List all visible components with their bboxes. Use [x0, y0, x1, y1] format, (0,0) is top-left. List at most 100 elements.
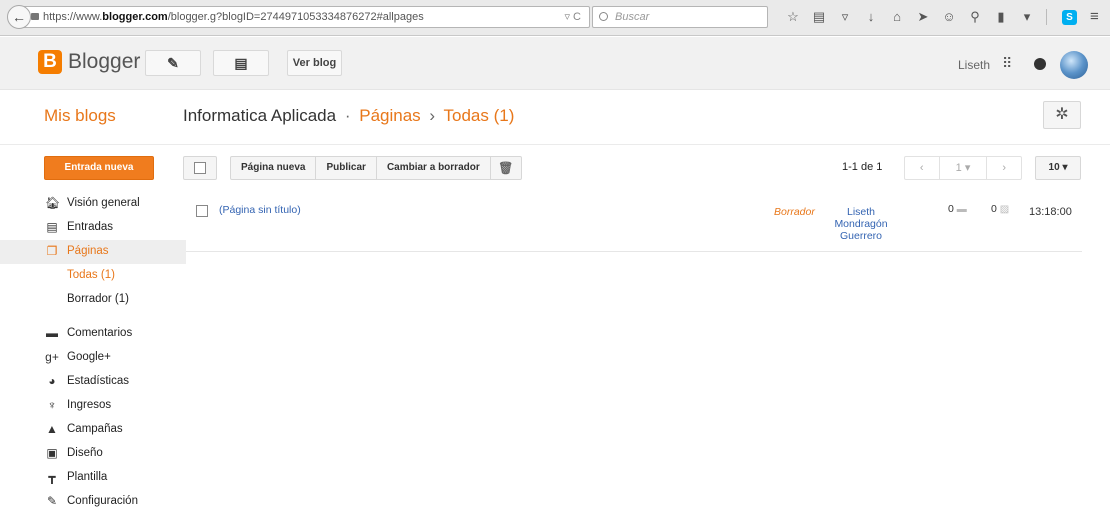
breadcrumb-filter: Todas (1) — [443, 106, 515, 125]
breadcrumb-dot: · — [344, 106, 351, 125]
send-icon[interactable]: ➤ — [916, 9, 930, 25]
author-name: Liseth — [846, 206, 876, 218]
sidebar-item-label: Páginas — [67, 245, 109, 257]
bookmark-star-icon[interactable]: ☆ — [786, 9, 800, 25]
clipboard-icon[interactable]: ▮ — [994, 9, 1008, 25]
row-time: 13:18:00 — [1029, 206, 1072, 218]
breadcrumb: Informatica Aplicada · Páginas › Todas (… — [183, 106, 514, 126]
sidebar-item-earnings[interactable]: ♆ Ingresos — [0, 394, 186, 418]
chevron-down-icon: ▾ — [1062, 162, 1068, 173]
sidebar-item-label: Diseño — [67, 447, 103, 459]
chat-icon[interactable]: ☺ — [942, 9, 956, 25]
sidebar-item-settings[interactable]: ✎ Configuración — [0, 490, 186, 514]
browser-toolbar: https://www.blogger.com/blogger.g?blogID… — [0, 0, 1110, 36]
sidebar-item-template[interactable]: ┳ Plantilla — [0, 466, 186, 490]
new-post-pencil-button[interactable]: ✎ — [145, 50, 201, 76]
sidebar-item-posts[interactable]: ▤ Entradas — [0, 216, 186, 240]
select-all-checkbox[interactable] — [183, 156, 217, 180]
avatar[interactable] — [1060, 51, 1088, 79]
sidebar-item-label: Google+ — [67, 351, 111, 363]
search-icon — [599, 12, 608, 21]
skype-icon[interactable]: S — [1062, 10, 1077, 25]
extension-icon[interactable]: ⚲ — [968, 9, 982, 25]
page-actions: Página nueva Publicar Cambiar a borrador… — [230, 156, 522, 180]
trash-icon: 🗑︎ — [498, 161, 514, 175]
download-icon[interactable]: ↓ — [864, 9, 878, 25]
view-count: 0 ▨ — [991, 203, 1009, 215]
sidebar-nav: 🏠︎ Visión general ▤ Entradas ❐ Páginas T… — [0, 192, 186, 514]
author-name: Guerrero — [839, 230, 882, 242]
page-number: 1 — [955, 162, 962, 174]
delete-button[interactable]: 🗑︎ — [491, 157, 521, 179]
publish-button[interactable]: Publicar — [316, 157, 377, 179]
sidebar-item-overview[interactable]: 🏠︎ Visión general — [0, 192, 186, 216]
user-name[interactable]: Liseth — [958, 58, 990, 72]
url-path: /blogger.g?blogID=2744971053334876272#al… — [167, 11, 424, 23]
new-post-button[interactable]: Entrada nueva — [44, 156, 154, 180]
posts-list-button[interactable]: ▤ — [213, 50, 269, 76]
sidebar-item-comments[interactable]: ▬ Comentarios — [0, 322, 186, 346]
sidebar-item-label: Configuración — [67, 495, 138, 507]
next-page-button[interactable]: › — [987, 157, 1021, 179]
sidebar-item-pages[interactable]: ❐ Páginas — [0, 240, 186, 264]
per-page-value: 10 — [1048, 162, 1060, 173]
my-blogs-link[interactable]: Mis blogs — [44, 106, 116, 126]
table-row: (Página sin título) Borrador Liseth Mond… — [186, 196, 1082, 252]
wrench-icon: ✎ — [46, 494, 58, 508]
search-input[interactable]: Buscar — [592, 6, 768, 28]
blog-name[interactable]: Informatica Aplicada — [183, 106, 336, 125]
back-button[interactable]: ← — [7, 5, 31, 29]
chart-icon: ▨ — [999, 204, 1010, 215]
menu-icon[interactable]: ≡ — [1090, 8, 1099, 25]
settings-gear-button[interactable]: ✲ — [1043, 101, 1081, 129]
app-name[interactable]: Blogger — [68, 50, 140, 74]
template-icon: ┳ — [48, 470, 56, 484]
row-checkbox[interactable] — [196, 205, 208, 217]
search-placeholder: Buscar — [615, 11, 650, 23]
url-bar[interactable]: https://www.blogger.com/blogger.g?blogID… — [22, 6, 590, 28]
url-prefix: https://www. — [43, 11, 103, 23]
sidebar-item-stats[interactable]: ◕ Estadísticas — [0, 370, 186, 394]
view-blog-button[interactable]: Ver blog — [287, 50, 342, 76]
sidebar-item-label: Visión general — [67, 197, 140, 209]
new-page-button[interactable]: Página nueva — [231, 157, 317, 179]
checkbox-box — [194, 162, 206, 174]
page-title-link[interactable]: (Página sin título) — [219, 204, 301, 216]
pagination: ‹ 1 ▾ › — [904, 156, 1022, 180]
author-link[interactable]: Liseth Mondragón Guerrero — [808, 206, 914, 242]
per-page-select[interactable]: 10 ▾ — [1035, 156, 1081, 180]
sidebar-item-layout[interactable]: ▣ Diseño — [0, 442, 186, 466]
apps-grid-icon[interactable]: ⠿ — [1002, 55, 1012, 72]
pencil-icon: ✎ — [167, 55, 179, 71]
home-icon[interactable]: ⌂ — [890, 9, 904, 25]
sidebar-item-google-plus[interactable]: g+ Google+ — [0, 346, 186, 370]
breadcrumb-section[interactable]: Páginas — [359, 106, 420, 125]
pages-icon: ❐ — [46, 244, 58, 258]
sidebar-item-label: Entradas — [67, 221, 114, 233]
google-plus-icon: g+ — [45, 350, 59, 364]
sidebar-item-label: Comentarios — [67, 327, 133, 339]
comment-count-value: 0 — [948, 203, 954, 215]
pocket-icon[interactable]: ▿ — [838, 9, 852, 25]
lock-icon — [31, 13, 39, 20]
sidebar-item-campaigns[interactable]: ▲ Campañas — [0, 418, 186, 442]
dropdown-icon[interactable]: ▾ — [1020, 9, 1034, 25]
divider — [0, 144, 1110, 145]
chevron-down-icon: ▾ — [964, 162, 971, 174]
comment-count: 0 ▬ — [948, 203, 967, 215]
notifications-icon[interactable] — [1034, 58, 1046, 70]
reload-icon[interactable]: ▿ C — [564, 7, 581, 27]
posts-icon: ▤ — [46, 220, 58, 234]
posts-icon: ▤ — [234, 55, 248, 71]
trophy-icon: ♆ — [47, 398, 57, 412]
campaigns-icon: ▲ — [46, 422, 58, 436]
bookmarks-icon[interactable]: ▤ — [812, 9, 826, 25]
sidebar-subitem-all[interactable]: Todas (1) — [0, 264, 186, 288]
blogger-header: B Blogger ✎ ▤ Ver blog Liseth ⠿ — [0, 37, 1110, 90]
page-number-select[interactable]: 1 ▾ — [940, 157, 988, 179]
revert-to-draft-button[interactable]: Cambiar a borrador — [377, 157, 491, 179]
prev-page-button[interactable]: ‹ — [905, 157, 940, 179]
sidebar-subitem-drafts[interactable]: Borrador (1) — [0, 288, 186, 312]
blogger-logo-icon[interactable]: B — [38, 50, 62, 74]
